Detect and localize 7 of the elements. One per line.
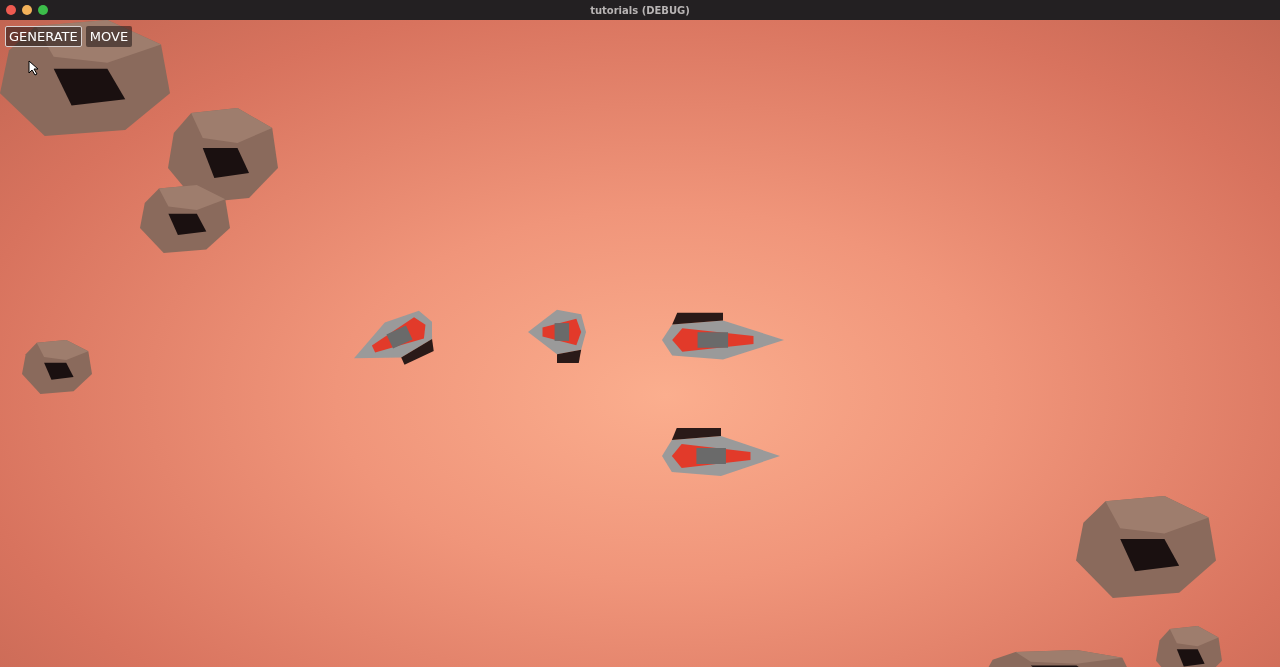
close-button[interactable] (6, 5, 16, 15)
window-title: tutorials (DEBUG) (589, 4, 691, 16)
cursor-icon (28, 60, 40, 76)
minimize-button[interactable] (22, 5, 32, 15)
rock-drawing (22, 340, 92, 394)
rock-drawing (1156, 626, 1222, 667)
zoom-button[interactable] (38, 5, 48, 15)
